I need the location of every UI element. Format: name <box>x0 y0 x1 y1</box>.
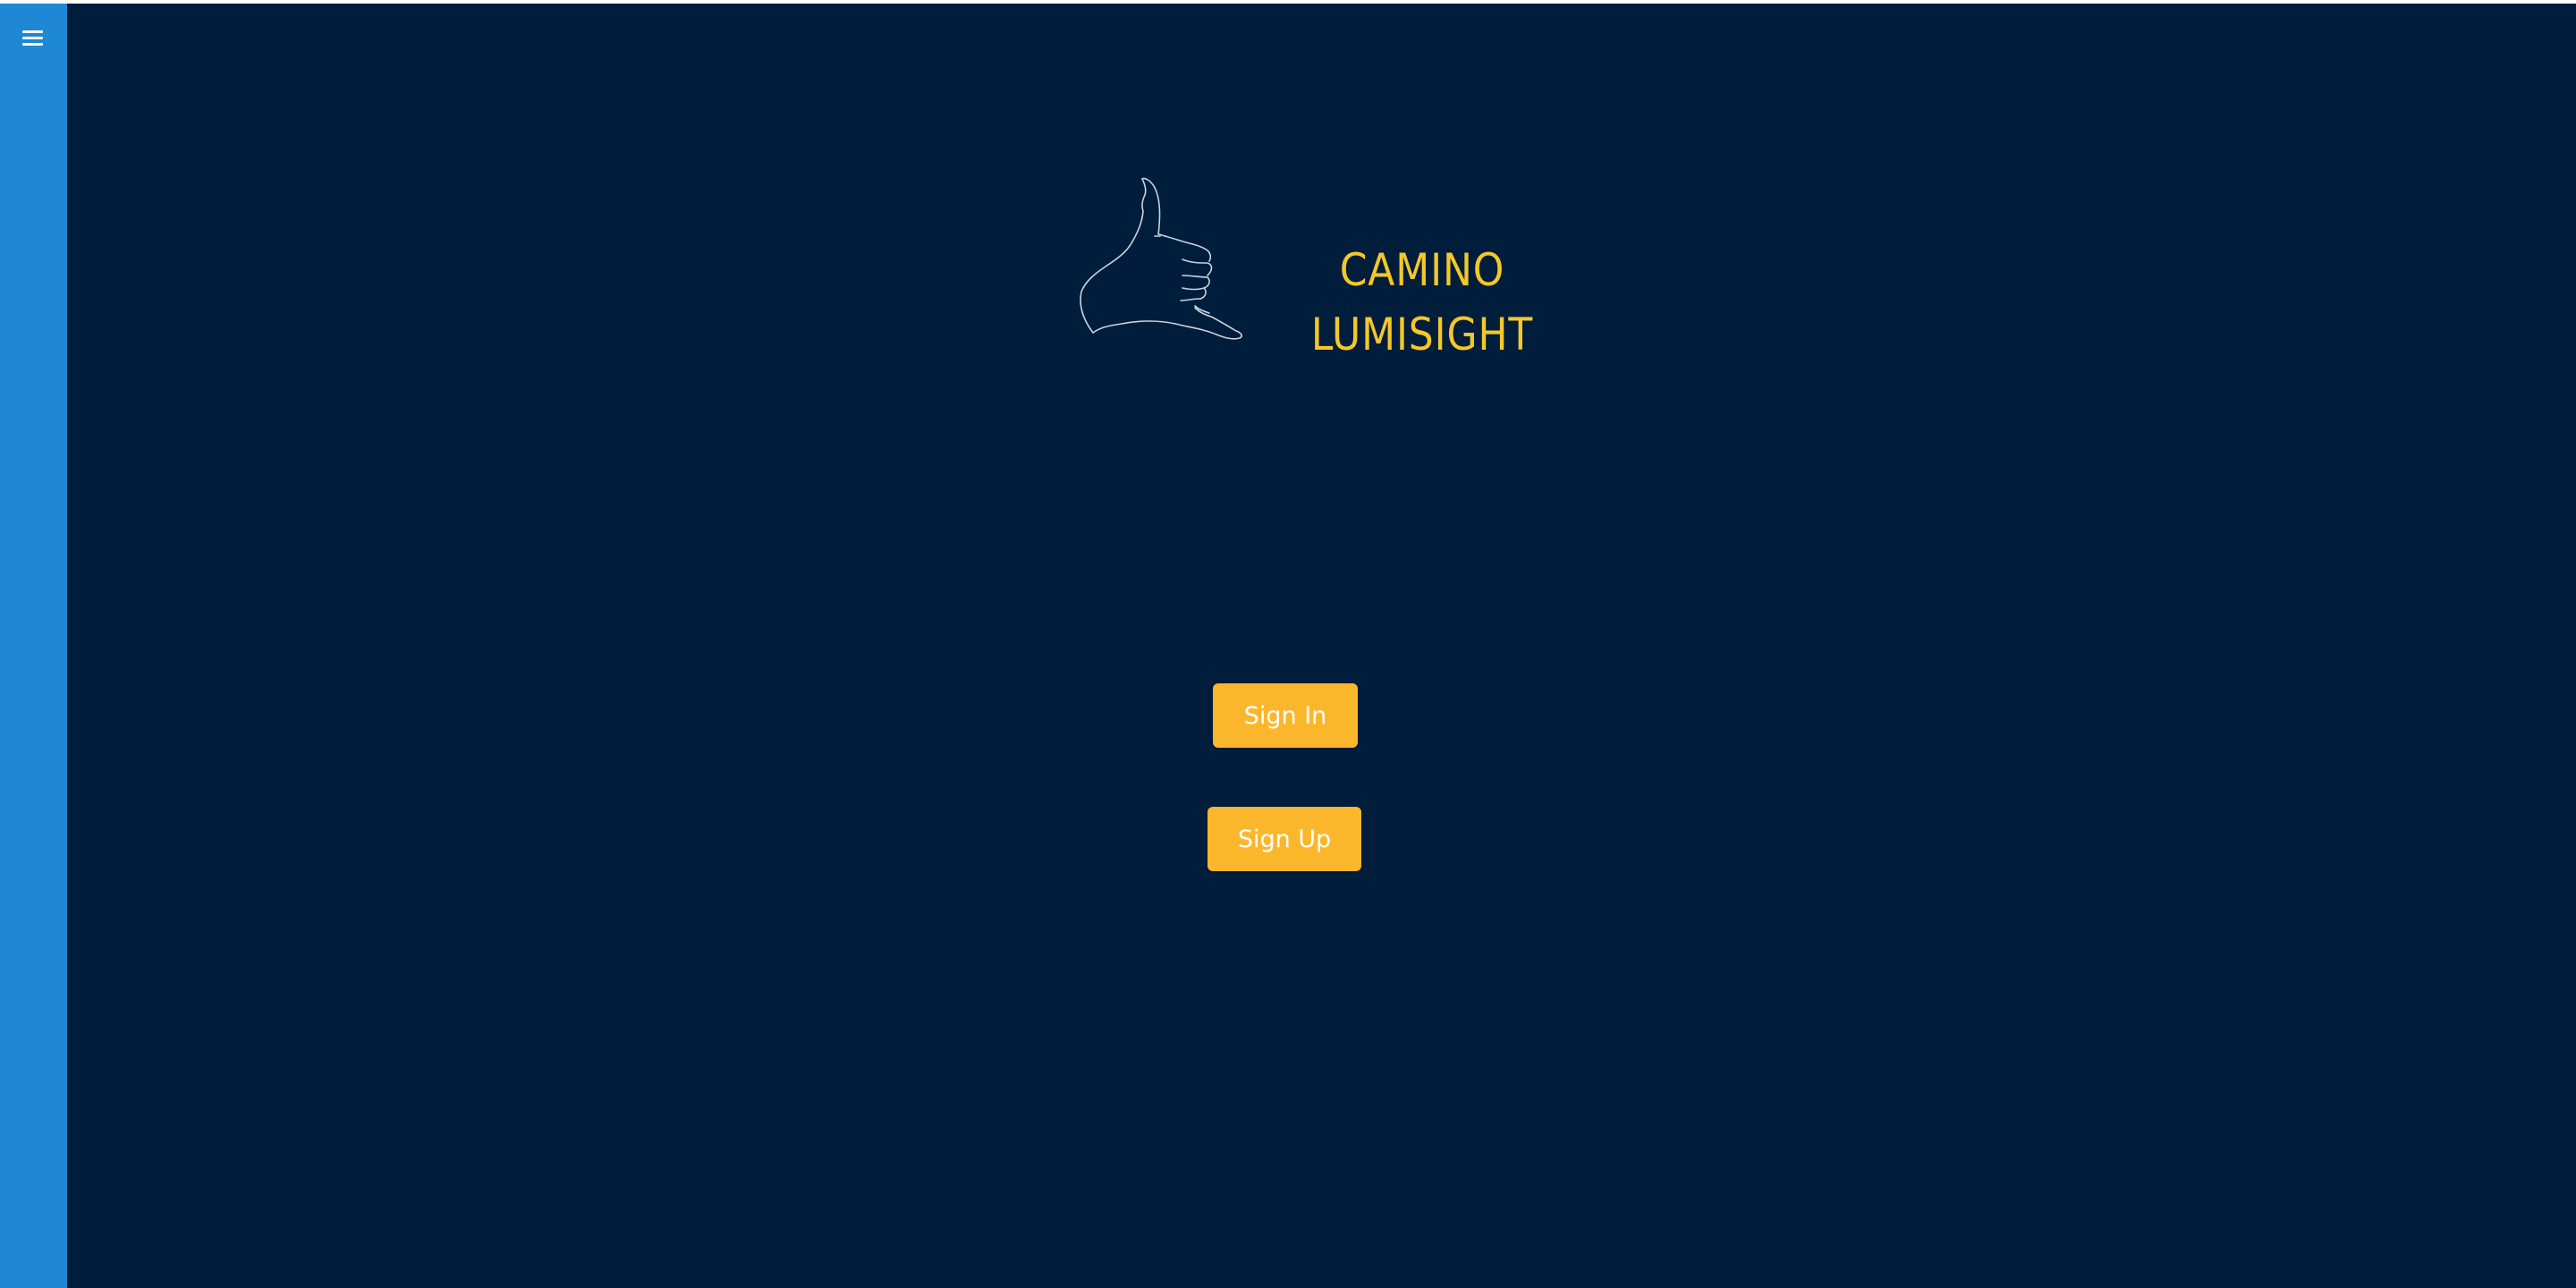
sidebar <box>0 4 67 1288</box>
menu-bar <box>22 43 43 46</box>
shaka-hand-icon <box>1080 177 1242 340</box>
brand-logo: CAMINO LUMISIGHT <box>1073 174 1574 379</box>
hamburger-menu-icon[interactable] <box>19 25 47 52</box>
sign-up-button[interactable]: Sign Up <box>1208 807 1361 871</box>
brand-name-line-1: CAMINO <box>1339 244 1505 296</box>
menu-bar <box>22 37 43 39</box>
sign-up-label: Sign Up <box>1237 825 1332 853</box>
brand-name-line-2: LUMISIGHT <box>1310 309 1534 360</box>
brand-name: CAMINO LUMISIGHT <box>1288 238 1555 367</box>
sign-in-button[interactable]: Sign In <box>1213 683 1358 748</box>
sign-in-label: Sign In <box>1243 701 1327 730</box>
app-window: CAMINO LUMISIGHT Sign In Sign Up <box>0 4 2576 1288</box>
menu-bar <box>22 30 43 33</box>
